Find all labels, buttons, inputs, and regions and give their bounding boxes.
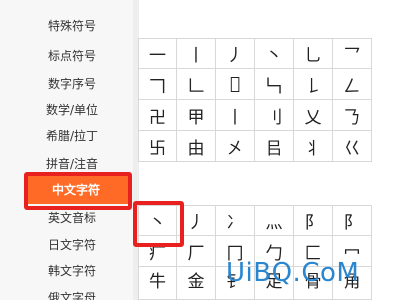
symbol-cell[interactable]: 㠯 [255,131,294,162]
category-punctuation[interactable]: 标点符号 [16,44,128,68]
watermark-text: UiBQ.CoM [226,258,360,288]
category-pinyin-zhuyin[interactable]: 拼音/注音 [16,152,128,176]
symbol-cell[interactable]: 丨 [216,100,255,131]
symbol-cell[interactable]: 乚 [294,38,333,69]
symbol-cell[interactable]: 疒 [138,236,177,267]
symbol-cell[interactable]: 㐅 [216,131,255,162]
symbol-cell[interactable]: 𠃊 [177,69,216,100]
symbol-cell-selected[interactable]: 丶 [138,205,177,236]
symbol-cell[interactable]: 厂 [177,236,216,267]
symbol-cell[interactable]: 𠃎 [216,69,255,100]
symbol-cell[interactable]: 冫 [216,205,255,236]
symbol-cell[interactable]: 乂 [294,100,333,131]
symbol-cell[interactable]: 一 [138,38,177,69]
category-special-symbols[interactable]: 特殊符号 [16,14,128,38]
symbol-cell[interactable]: 𠃋 [333,69,372,100]
symbol-category-sidebar: 特殊符号 标点符号 数字序号 数学/单位 希腊/拉丁 拼音/注音 中文字符 英文… [0,0,133,300]
symbol-cell[interactable]: 丿 [216,38,255,69]
category-english-phonetic[interactable]: 英文音标 [16,206,128,230]
symbol-cell[interactable]: 刂 [255,100,294,131]
symbol-cell[interactable]: 由 [177,131,216,162]
symbol-cell[interactable]: 丨 [177,38,216,69]
category-numbering[interactable]: 数字序号 [16,72,128,96]
symbol-cell[interactable]: 阝 [294,205,333,236]
symbol-cell[interactable]: 金 [177,267,216,300]
symbol-cell[interactable]: 丿 [177,205,216,236]
symbol-cell[interactable]: 𠃑 [255,69,294,100]
symbol-cell[interactable]: 𠄎 [333,100,372,131]
symbol-cell[interactable]: 丬 [294,131,333,162]
category-greek-latin[interactable]: 希腊/拉丁 [16,124,128,148]
category-chinese-characters[interactable]: 中文字符 [24,176,128,204]
symbol-cell[interactable]: 丶 [255,38,294,69]
symbol-cell[interactable]: 卍 [138,100,177,131]
category-math-units[interactable]: 数学/单位 [16,98,128,122]
category-japanese[interactable]: 日文字符 [16,233,128,257]
symbol-cell[interactable]: 乛 [333,38,372,69]
symbol-cell[interactable]: 𠄌 [294,69,333,100]
category-korean[interactable]: 韩文字符 [16,259,128,283]
symbol-cell[interactable]: 𠃍 [138,69,177,100]
category-russian[interactable]: 俄文字母 [16,286,128,300]
symbol-cell[interactable]: 阝 [333,205,372,236]
symbol-cell[interactable]: 卐 [138,131,177,162]
symbol-cell[interactable]: 甲 [177,100,216,131]
symbol-cell[interactable]: 巜 [333,131,372,162]
symbol-cell[interactable]: 灬 [255,205,294,236]
symbol-cell[interactable]: 牛 [138,267,177,300]
